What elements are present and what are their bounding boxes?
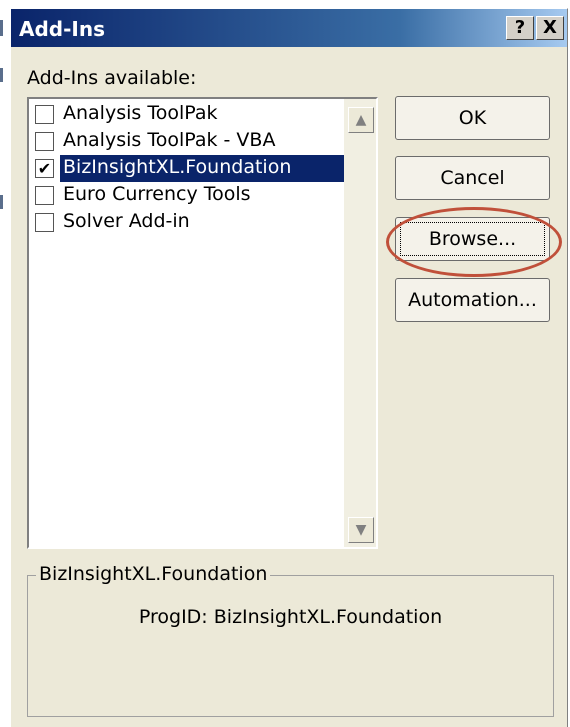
list-item-solver-add-in[interactable]: Solver Add-in	[33, 209, 343, 236]
vertical-scrollbar[interactable]: ▲ ▼	[344, 99, 376, 547]
list-item-label: Analysis ToolPak - VBA	[63, 129, 276, 151]
add-ins-available-text: Add-Ins available:	[27, 67, 197, 89]
list-item-euro-currency-tools[interactable]: Euro Currency Tools	[33, 182, 343, 209]
background-window-edge	[0, 0, 10, 727]
background-edge-mark	[0, 68, 3, 82]
help-button[interactable]: ?	[506, 16, 534, 40]
analysis-toolpak-vba-checkbox[interactable]	[35, 132, 54, 151]
list-item-label: Analysis ToolPak	[63, 102, 218, 124]
details-description: ProgID: BizInsightXL.Foundation	[138, 606, 443, 628]
automation-button[interactable]: Automation...	[395, 278, 550, 322]
close-button[interactable]: X	[536, 16, 564, 40]
background-edge-mark	[0, 195, 3, 209]
browse-button-label: Browse...	[428, 228, 517, 250]
list-item-label: BizInsightXL.Foundation	[63, 156, 292, 178]
analysis-toolpak-checkbox[interactable]	[35, 105, 54, 124]
list-item-label: Euro Currency Tools	[63, 183, 251, 205]
list-item-analysis-toolpak[interactable]: Analysis ToolPak	[33, 101, 343, 128]
title-bar[interactable]: Add-Ins ? X	[11, 9, 567, 47]
add-ins-list: Analysis ToolPak Analysis ToolPak - VBA …	[29, 99, 345, 547]
cancel-button[interactable]: Cancel	[395, 156, 550, 200]
dialog-title: Add-Ins	[19, 17, 105, 41]
scroll-up-icon[interactable]: ▲	[348, 107, 374, 133]
solver-add-in-checkbox[interactable]	[35, 213, 54, 232]
details-groupbox: BizInsightXL.Foundation ProgID: BizInsig…	[27, 563, 554, 717]
list-item-analysis-toolpak-vba[interactable]: Analysis ToolPak - VBA	[33, 128, 343, 155]
list-item-label: Solver Add-in	[63, 210, 190, 232]
bizinsightxl-foundation-checkbox[interactable]: ✔	[35, 159, 54, 178]
add-ins-dialog: Add-Ins ? X Add-Ins available: Analysis …	[10, 8, 568, 727]
ok-button[interactable]: OK	[395, 96, 550, 140]
add-ins-listbox[interactable]: Analysis ToolPak Analysis ToolPak - VBA …	[27, 97, 378, 549]
euro-currency-tools-checkbox[interactable]	[35, 186, 54, 205]
list-item-bizinsightxl-foundation[interactable]: ✔ BizInsightXL.Foundation	[33, 155, 345, 182]
background-edge-mark	[0, 20, 3, 36]
add-ins-available-label: Add-Ins available:	[27, 67, 196, 89]
scroll-down-icon[interactable]: ▼	[348, 517, 374, 543]
details-group-title: BizInsightXL.Foundation	[36, 563, 271, 585]
browse-button[interactable]: Browse...	[395, 217, 550, 261]
